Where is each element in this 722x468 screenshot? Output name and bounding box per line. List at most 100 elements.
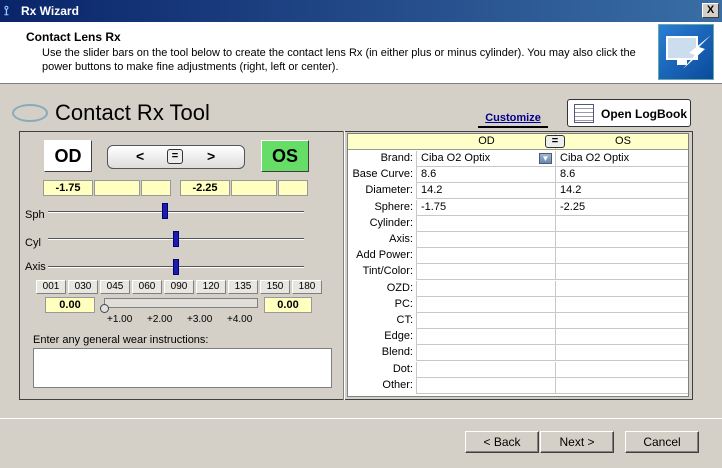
grid-row: Edge: (348, 329, 689, 346)
grid-cell-od[interactable] (418, 345, 556, 362)
axis-preset-button[interactable]: 180 (292, 280, 322, 294)
grid-row-label: Base Curve: (348, 167, 417, 184)
axis-slider-thumb[interactable] (173, 259, 179, 275)
close-button[interactable]: X (702, 3, 719, 18)
grid-row: Cylinder: (348, 215, 689, 232)
wizard-header: Contact Lens Rx Use the slider bars on t… (0, 22, 722, 84)
grid-cell-os[interactable] (557, 264, 689, 280)
grid-cell-os[interactable]: -2.25 (557, 200, 689, 216)
axis-preset-button[interactable]: 150 (260, 280, 290, 294)
grid-cell-od[interactable] (418, 215, 556, 232)
title-bar: ⟟ Rx Wizard (0, 0, 722, 22)
app-icon: ⟟ (4, 3, 9, 18)
grid-row-label: Edge: (348, 329, 417, 346)
grid-row-label: Blend: (348, 345, 417, 362)
grid-cell-od[interactable] (418, 264, 556, 281)
grid-cell-od[interactable]: 14.2 (418, 183, 556, 200)
od-sphere-value: -1.75 (43, 180, 93, 196)
open-logbook-button[interactable]: Open LogBook (567, 99, 691, 127)
grid-row-label: Axis: (348, 232, 417, 248)
grid-cell-od[interactable]: 8.6 (418, 167, 556, 184)
axis-preset-button[interactable]: 001 (36, 280, 66, 294)
grid-cell-od[interactable] (418, 313, 556, 329)
grid-row-label: Other: (348, 377, 417, 394)
power-right-button[interactable]: > (207, 148, 215, 164)
grid-row-label: PC: (348, 296, 417, 313)
grid-cell-os[interactable] (557, 378, 689, 394)
grid-cell-os[interactable] (557, 216, 689, 232)
sphere-slider-track[interactable] (48, 211, 304, 213)
cylinder-slider-thumb[interactable] (173, 231, 179, 247)
os-button[interactable]: OS (261, 140, 309, 172)
grid-cell-os[interactable] (557, 297, 689, 313)
grid-cell-os[interactable]: 14.2 (557, 183, 689, 199)
od-button[interactable]: OD (44, 140, 92, 172)
grid-cell-od[interactable] (418, 377, 556, 394)
grid-cell-od[interactable] (418, 280, 556, 297)
tool-title: Contact Rx Tool (55, 100, 210, 125)
grid-row-label: Tint/Color: (348, 264, 417, 281)
window-title: Rx Wizard (21, 4, 79, 18)
od-axis-value (141, 180, 171, 196)
header-description: Use the slider bars on the tool below to… (42, 47, 636, 73)
power-left-button[interactable]: < (136, 148, 144, 164)
grid-row-label: OZD: (348, 280, 417, 297)
grid-row-label: Diameter: (348, 183, 417, 200)
grid-row-label: Dot: (348, 361, 417, 378)
grid-cell-od[interactable]: -1.75 (418, 199, 556, 216)
add-tick-label: +3.00 (187, 314, 213, 325)
cancel-button[interactable]: Cancel (625, 431, 699, 453)
monitor-arrow-icon (658, 24, 714, 80)
axis-preset-button[interactable]: 135 (228, 280, 258, 294)
add-power-slider-track[interactable] (104, 298, 258, 308)
rx-grid: OD OS = Brand: Ciba O2 Optix Ciba O2 Optix… (347, 133, 689, 397)
chevron-down-icon[interactable]: ▼ (539, 153, 552, 164)
grid-cell-od[interactable] (418, 248, 556, 265)
grid-row-label: CT: (348, 313, 417, 329)
os-axis-value (278, 180, 308, 196)
grid-cell-od[interactable] (418, 361, 556, 378)
grid-row: Dot: (348, 361, 689, 378)
grid-cell-os[interactable]: Ciba O2 Optix (557, 151, 689, 167)
grid-cell-od[interactable] (418, 329, 556, 346)
header-title: Contact Lens Rx (26, 30, 121, 44)
grid-cell-os[interactable] (557, 329, 689, 345)
grid-cell-od[interactable] (418, 296, 556, 313)
sphere-slider-label: Sph (25, 209, 45, 221)
grid-row: Add Power: (348, 248, 689, 265)
add-power-slider-thumb[interactable] (100, 304, 109, 313)
os-cylinder-value (231, 180, 277, 196)
grid-row: PC: (348, 296, 689, 313)
grid-row: OZD: (348, 280, 689, 297)
grid-cell-od[interactable]: Ciba O2 Optix (418, 151, 556, 167)
grid-cell-os[interactable] (557, 232, 689, 248)
sphere-slider-thumb[interactable] (162, 203, 168, 219)
axis-preset-button[interactable]: 060 (132, 280, 162, 294)
axis-preset-button[interactable]: 045 (100, 280, 130, 294)
grid-cell-os[interactable] (557, 345, 689, 361)
axis-preset-button[interactable]: 090 (164, 280, 194, 294)
grid-col-os: OS (615, 135, 631, 147)
next-button[interactable]: Next > (540, 431, 614, 453)
od-add-value: 0.00 (45, 297, 95, 313)
add-tick-label: +1.00 (107, 314, 133, 325)
os-add-value: 0.00 (264, 297, 312, 313)
grid-cell-os[interactable] (557, 313, 689, 329)
grid-cell-os[interactable]: 8.6 (557, 167, 689, 183)
grid-cell-os[interactable] (557, 362, 689, 378)
power-center-button[interactable]: = (167, 149, 183, 164)
axis-preset-button[interactable]: 030 (68, 280, 98, 294)
wear-instructions-input[interactable] (33, 348, 332, 388)
wear-instructions-label: Enter any general wear instructions: (33, 334, 209, 346)
axis-preset-button[interactable]: 120 (196, 280, 226, 294)
back-button[interactable]: < Back (465, 431, 539, 453)
copy-od-to-os-button[interactable]: = (545, 135, 565, 148)
add-tick-label: +2.00 (147, 314, 173, 325)
grid-row-label: Brand: (348, 151, 417, 167)
customize-link[interactable]: Customize (478, 110, 548, 128)
grid-cell-od[interactable] (418, 232, 556, 248)
grid-cell-os[interactable] (557, 281, 689, 297)
lens-logo-icon (12, 104, 48, 122)
grid-cell-os[interactable] (557, 248, 689, 264)
grid-row: Other: (348, 377, 689, 394)
